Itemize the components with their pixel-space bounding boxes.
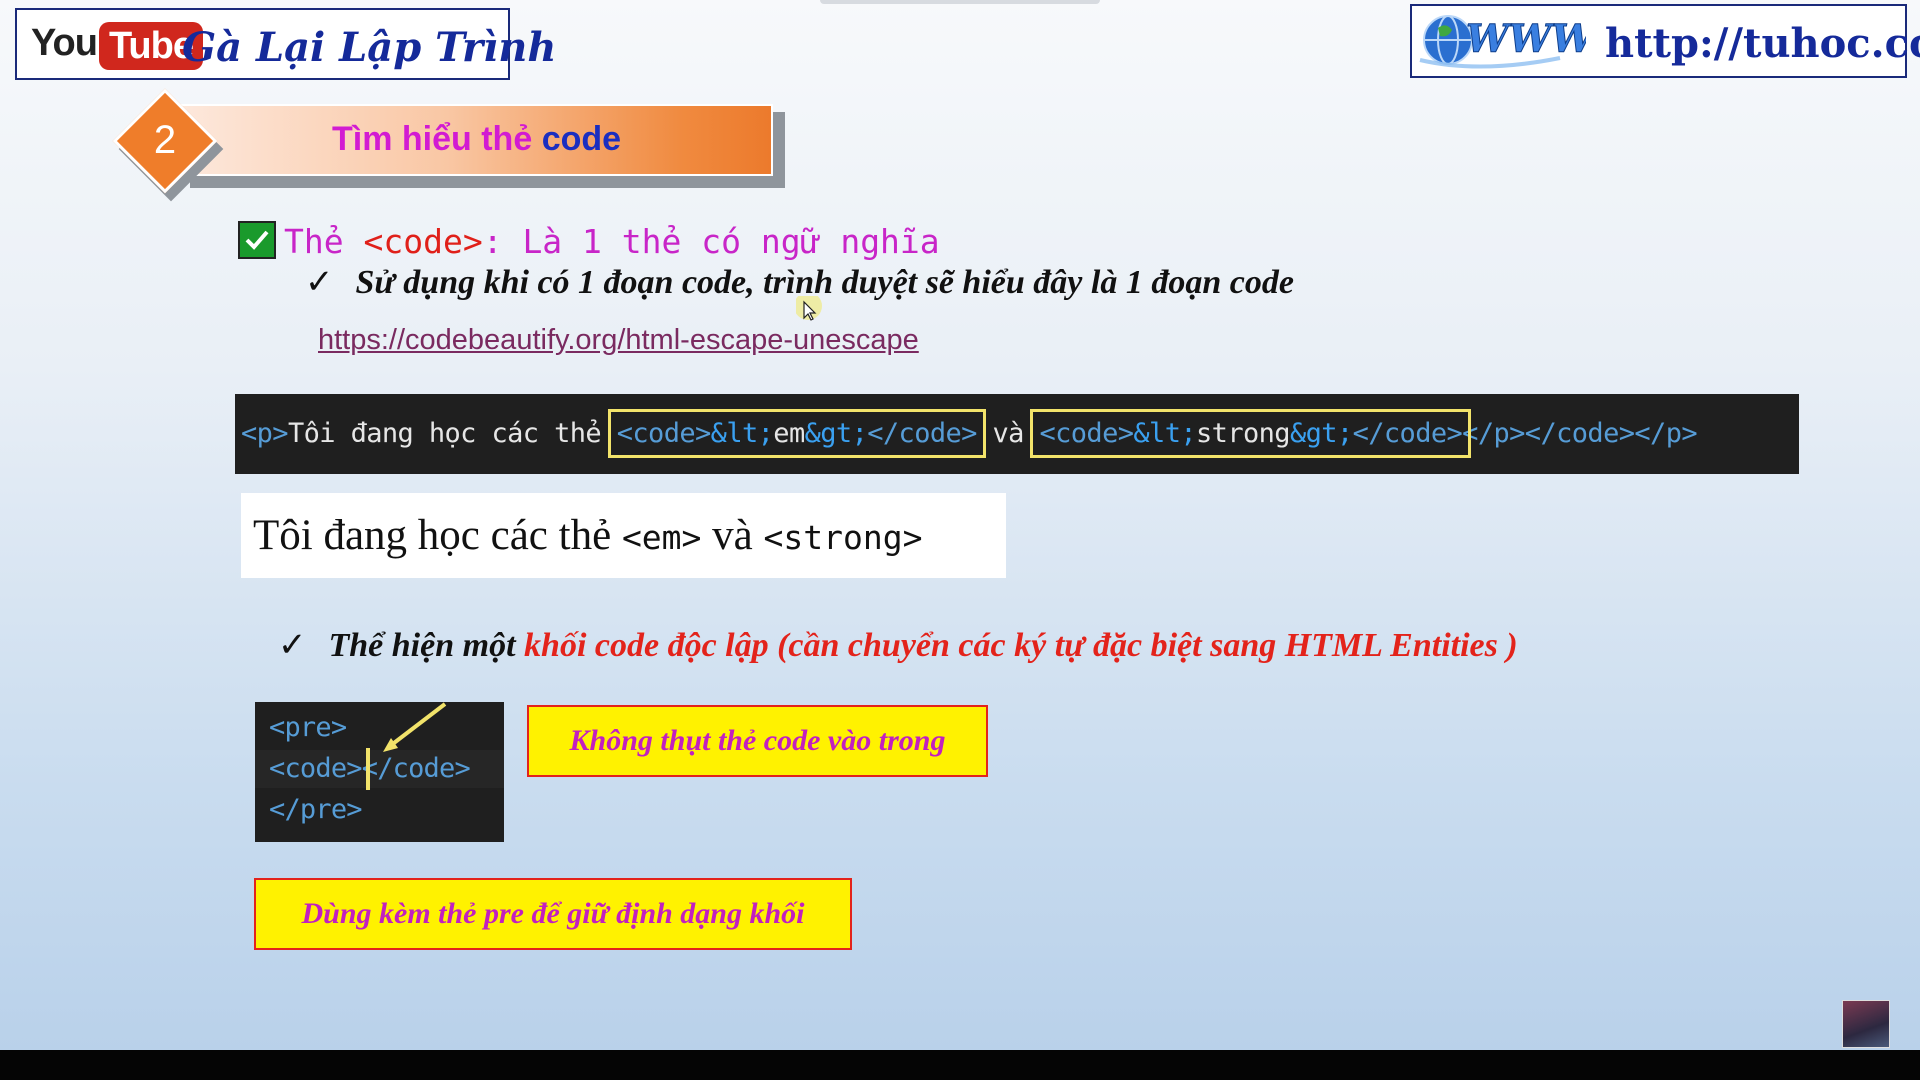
note-use-with-pre: Dùng kèm thẻ pre để giữ định dạng khối	[254, 878, 852, 950]
rendered-text-2: và	[701, 512, 764, 559]
rendered-em: <em>	[621, 518, 702, 557]
checkmark-icon: ✓	[305, 264, 334, 301]
pre-code-block: <pre> <code></code> </pre>	[255, 702, 504, 842]
site-url-badge: WWW http://tuhoc.cc	[1410, 4, 1920, 78]
svg-text:WWW: WWW	[1466, 16, 1586, 61]
note-no-indent: Không thụt thẻ code vào trong	[527, 705, 988, 777]
codebeautify-link[interactable]: https://codebeautify.org/html-escape-une…	[318, 324, 919, 357]
section-banner: Tìm hiểu thẻ code	[180, 104, 773, 176]
section-number-badge: 2	[112, 88, 224, 202]
rendered-strong: <strong>	[763, 518, 923, 557]
code2-word: strong	[1196, 418, 1291, 449]
bullet-block-black: Thể hiện một	[328, 627, 525, 664]
highlight-code-strong: <code>&lt;strong&gt;</code>	[1030, 409, 1472, 458]
green-checkbox-icon	[238, 221, 276, 259]
code2-lt-entity: &lt;	[1133, 418, 1197, 449]
p-open-tag: <p>	[241, 418, 289, 449]
heading: Thẻ <code>: Là 1 thẻ có ngữ nghĩa	[284, 222, 940, 261]
code1-gt-entity: &gt;	[804, 418, 868, 449]
channel-name: Gà Lại Lập Trình	[182, 24, 557, 71]
section-title-prefix: Tìm hiểu thẻ	[332, 120, 533, 158]
code-text-2: và	[976, 418, 1040, 449]
bullet-block-red: khối code độc lập (cần chuyển các ký tự …	[524, 627, 1518, 664]
bullet-block: ✓ Thể hiện một khối code độc lập (cần chu…	[278, 625, 1518, 665]
code-example-line: <p>Tôi đang học các thẻ <code>&lt;em&gt;…	[241, 409, 1698, 458]
youtube-channel-badge: You Tube Gà Lại Lập Trình	[15, 8, 556, 80]
www-globe-icon: WWW	[1419, 15, 1586, 69]
rendered-text-1: Tôi đang học các thẻ	[253, 512, 622, 559]
code-tail: </p></code></p>	[1462, 418, 1698, 449]
top-edge-shadow	[820, 0, 1100, 4]
channel-avatar-icon[interactable]	[1842, 1000, 1890, 1048]
highlight-code-em: <code>&lt;em&gt;</code>	[607, 409, 986, 458]
code1-lt-entity: &lt;	[710, 418, 774, 449]
mouse-cursor-icon	[796, 296, 822, 321]
section-title-code: code	[541, 120, 622, 158]
code-example: <p>Tôi đang học các thẻ <code>&lt;em&gt;…	[235, 394, 1799, 474]
arrow-icon	[366, 702, 447, 790]
video-bottom-bar	[0, 1050, 1920, 1080]
code2-close: </code>	[1352, 418, 1463, 449]
code2-open: <code>	[1039, 418, 1134, 449]
slide: You Tube Gà Lại Lập Trình WWW http://tuh…	[0, 0, 1920, 1050]
youtube-logo-you: You	[31, 22, 98, 64]
heading-prefix: Thẻ	[284, 222, 364, 261]
rendered-output: Tôi đang học các thẻ <em> và <strong>	[241, 493, 1006, 578]
section-number: 2	[153, 118, 177, 162]
code1-word: em	[773, 418, 805, 449]
code1-close: </code>	[867, 418, 977, 449]
heading-tag: <code>	[363, 222, 483, 261]
site-url: http://tuhoc.cc	[1605, 20, 1920, 67]
code2-gt-entity: &gt;	[1289, 418, 1353, 449]
section-title: Tìm hiểu thẻ code	[332, 120, 621, 159]
code1-open: <code>	[616, 418, 712, 449]
code-text-1: Tôi đang học các thẻ	[287, 418, 617, 449]
checkmark-icon: ✓	[278, 627, 307, 664]
heading-suffix: : Là 1 thẻ có ngữ nghĩa	[482, 222, 940, 261]
rendered-text: Tôi đang học các thẻ <em> và <strong>	[253, 511, 922, 560]
